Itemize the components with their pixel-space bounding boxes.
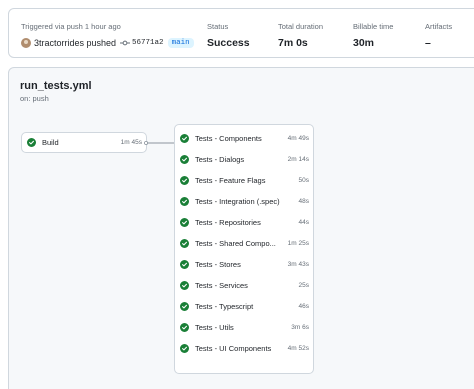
job-name: Tests - Feature Flags — [195, 176, 266, 185]
workflow-file-name: run_tests.yml — [20, 80, 92, 92]
status-value: Success — [207, 37, 250, 49]
billable-time-stat: Billable time 30m — [353, 22, 393, 49]
job-duration: 4m 49s — [287, 135, 309, 142]
check-circle-fill-icon — [180, 323, 189, 332]
billable-time-value[interactable]: 30m — [353, 37, 393, 49]
workflow-graph: run_tests.yml on: push Build 1m 45s Test… — [8, 67, 474, 389]
job-name: Tests - Utils — [195, 323, 234, 332]
check-circle-fill-icon — [180, 155, 189, 164]
job-duration: 1m 45s — [120, 139, 142, 146]
commit-sha-link[interactable]: 56771a2 — [132, 39, 164, 47]
job-name: Build — [42, 138, 59, 147]
job-duration: 3m 43s — [287, 261, 309, 268]
job-build[interactable]: Build 1m 45s — [22, 133, 146, 152]
job-name: Tests - Dialogs — [195, 155, 245, 164]
job-row[interactable]: Tests - Feature Flags 50s — [175, 170, 313, 191]
job-row[interactable]: Tests - Services 25s — [175, 275, 313, 296]
avatar[interactable] — [21, 38, 31, 48]
job-row[interactable]: Tests - Dialogs 2m 14s — [175, 149, 313, 170]
check-circle-fill-icon — [180, 239, 189, 248]
total-duration-value: 7m 0s — [278, 37, 308, 49]
job-name: Tests - Typescript — [195, 302, 254, 311]
actor-row: 3tractorrides pushed 56771a2 main — [21, 36, 194, 50]
job-row[interactable]: Tests - Repositories 44s — [175, 212, 313, 233]
check-circle-fill-icon — [180, 260, 189, 269]
job-duration: 48s — [298, 198, 309, 205]
check-circle-fill-icon — [180, 344, 189, 353]
job-duration: 25s — [298, 282, 309, 289]
status-label: Status — [207, 22, 229, 31]
run-summary: Triggered via push 1 hour ago 3tractorri… — [8, 8, 474, 58]
job-row[interactable]: Tests - Stores 3m 43s — [175, 254, 313, 275]
status-stat: Status Success — [207, 22, 250, 49]
job-duration: 1m 25s — [287, 240, 309, 247]
job-name: Tests - Repositories — [195, 218, 261, 227]
job-name: Tests - Services — [195, 281, 248, 290]
workflow-trigger-event: on: push — [20, 94, 49, 103]
job-duration: 2m 14s — [287, 156, 309, 163]
job-dependency-connector — [144, 141, 176, 145]
job-duration: 46s — [298, 303, 309, 310]
job-name: Tests - Components — [195, 134, 262, 143]
job-name: Tests - Shared Compo... — [195, 239, 276, 248]
trigger-text: Triggered via push 1 hour ago — [21, 22, 121, 31]
check-circle-fill-icon — [180, 281, 189, 290]
job-duration: 3m 6s — [291, 324, 309, 331]
build-job-card[interactable]: Build 1m 45s — [21, 132, 147, 153]
job-duration: 50s — [298, 177, 309, 184]
job-name: Tests - UI Components — [195, 344, 272, 353]
total-duration-stat: Total duration 7m 0s — [278, 22, 323, 49]
check-circle-fill-icon — [180, 197, 189, 206]
job-name: Tests - Integration (.spec) — [195, 197, 280, 206]
billable-time-label: Billable time — [353, 22, 394, 31]
job-row[interactable]: Tests - Integration (.spec) 48s — [175, 191, 313, 212]
artifacts-stat: Artifacts – — [425, 22, 452, 49]
check-circle-fill-icon — [27, 138, 36, 147]
job-duration: 4m 52s — [287, 345, 309, 352]
check-circle-fill-icon — [180, 302, 189, 311]
branch-badge[interactable]: main — [167, 38, 194, 48]
total-duration-label: Total duration — [278, 22, 324, 31]
job-name: Tests - Stores — [195, 260, 241, 269]
tests-matrix-card: Tests - Components 4m 49s Tests - Dialogs 2… — [174, 124, 314, 374]
job-row[interactable]: Tests - Utils 3m 6s — [175, 317, 313, 338]
job-row[interactable]: Tests - UI Components 4m 52s — [175, 338, 313, 359]
check-circle-fill-icon — [180, 134, 189, 143]
check-circle-fill-icon — [180, 176, 189, 185]
job-duration: 44s — [298, 219, 309, 226]
artifacts-label: Artifacts — [425, 22, 453, 31]
job-row[interactable]: Tests - Components 4m 49s — [175, 128, 313, 149]
job-row[interactable]: Tests - Typescript 46s — [175, 296, 313, 317]
check-circle-fill-icon — [180, 218, 189, 227]
git-commit-icon — [120, 40, 131, 46]
actor-text[interactable]: 3tractorrides pushed — [34, 38, 116, 48]
artifacts-value: – — [425, 37, 431, 49]
job-row[interactable]: Tests - Shared Compo... 1m 25s — [175, 233, 313, 254]
